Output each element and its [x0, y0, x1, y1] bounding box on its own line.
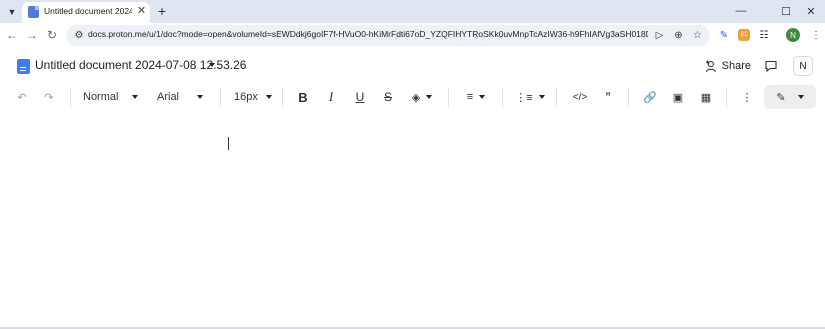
doc-favicon-icon	[28, 6, 39, 18]
url-text[interactable]: docs.proton.me/u/1/doc?mode=open&volumeI…	[88, 29, 648, 39]
more-options-icon[interactable]: ⋮	[739, 85, 755, 109]
code-icon[interactable]: </>	[572, 85, 588, 109]
bookmark-star-icon[interactable]: ☆	[690, 28, 705, 43]
browser-tab[interactable]: Untitled document 2024-07-08 ✕	[22, 2, 150, 23]
font-family-label: Arial	[157, 91, 180, 103]
comment-icon	[765, 60, 777, 72]
toolbar-divider	[726, 88, 727, 107]
title-menu-chevron-icon[interactable]	[209, 63, 215, 67]
comment-button[interactable]	[762, 57, 780, 75]
strikethrough-button[interactable]: S	[380, 85, 396, 109]
link-icon[interactable]: 🔗	[642, 85, 658, 109]
list-dropdown[interactable]: ⋮≡	[515, 85, 545, 109]
share-label: Share	[721, 60, 751, 72]
image-icon[interactable]: ▣	[670, 85, 686, 109]
text-style-dropdown[interactable]: Normal	[83, 85, 145, 109]
cast-icon[interactable]: ▷	[652, 28, 667, 43]
extensions-puzzle-icon[interactable]: ☷	[756, 27, 772, 43]
browser-menu-icon[interactable]: ⋮	[808, 27, 824, 43]
user-avatar[interactable]: N	[793, 56, 813, 76]
chevron-down-icon	[197, 95, 204, 99]
tab-list-chevron-icon[interactable]: ▼	[4, 4, 20, 20]
add-user-icon	[705, 60, 716, 72]
navigation-bar: ← → ↻ ⚙ docs.proton.me/u/1/doc?mode=open…	[0, 23, 825, 48]
chevron-down-icon	[132, 95, 139, 99]
text-color-dropdown[interactable]: ◈	[409, 85, 435, 109]
font-family-dropdown[interactable]: Arial	[157, 85, 209, 109]
pencil-icon: ✎	[776, 91, 786, 104]
formatting-toolbar: ↶ ↷ Normal Arial 16px B I U S ◈ ≡ ⋮≡ </>…	[0, 85, 825, 111]
profile-avatar[interactable]: N	[786, 28, 800, 42]
italic-button[interactable]: I	[323, 85, 339, 109]
extension-badge: 81	[738, 29, 750, 41]
bulleted-list-icon: ⋮≡	[515, 91, 533, 104]
minimize-icon[interactable]: —	[727, 0, 755, 22]
palette-icon: ◈	[411, 91, 421, 104]
toolbar-divider	[448, 88, 449, 107]
toolbar-divider	[502, 88, 503, 107]
text-style-label: Normal	[83, 91, 119, 103]
editing-mode-dropdown[interactable]: ✎	[764, 85, 816, 109]
underline-button[interactable]: U	[352, 85, 368, 109]
proton-docs-logo-icon	[17, 59, 30, 74]
pen-extension-icon[interactable]: ✎	[716, 27, 732, 43]
font-size-label: 16px	[234, 91, 258, 103]
quote-icon[interactable]: ”	[600, 85, 616, 109]
font-size-dropdown[interactable]: 16px	[234, 85, 272, 109]
alignment-dropdown[interactable]: ≡	[464, 85, 488, 109]
tab-title: Untitled document 2024-07-08	[44, 6, 132, 16]
extension-badge-icon[interactable]: 81	[736, 27, 752, 43]
zoom-icon[interactable]: ⊕	[671, 28, 686, 43]
chevron-down-icon	[538, 95, 545, 99]
site-settings-icon[interactable]: ⚙	[73, 29, 85, 41]
chevron-down-icon	[797, 95, 804, 99]
redo-icon[interactable]: ↷	[40, 85, 58, 109]
toolbar-divider	[556, 88, 557, 107]
toolbar-divider	[282, 88, 283, 107]
undo-icon[interactable]: ↶	[13, 85, 31, 109]
new-tab-button[interactable]: +	[154, 3, 170, 19]
align-left-icon: ≡	[466, 91, 474, 103]
close-tab-icon[interactable]: ✕	[135, 5, 148, 18]
chevron-down-icon	[426, 95, 433, 99]
toolbar-divider	[220, 88, 221, 107]
forward-arrow-icon[interactable]: →	[24, 27, 40, 43]
text-cursor	[228, 137, 229, 150]
maximize-icon[interactable]: ☐	[772, 0, 800, 22]
share-button[interactable]: Share	[705, 56, 751, 76]
toolbar-divider	[628, 88, 629, 107]
toolbar-divider	[70, 88, 71, 107]
address-bar[interactable]: ⚙ docs.proton.me/u/1/doc?mode=open&volum…	[66, 25, 710, 46]
tab-strip: ▼ Untitled document 2024-07-08 ✕ + — ☐ ✕	[0, 0, 825, 23]
table-icon[interactable]: ▦	[698, 85, 714, 109]
reload-icon[interactable]: ↻	[44, 27, 60, 43]
back-arrow-icon[interactable]: ←	[4, 27, 20, 43]
bold-button[interactable]: B	[295, 85, 311, 109]
chevron-down-icon	[265, 95, 272, 99]
chevron-down-icon	[479, 95, 486, 99]
close-window-icon[interactable]: ✕	[797, 0, 825, 22]
